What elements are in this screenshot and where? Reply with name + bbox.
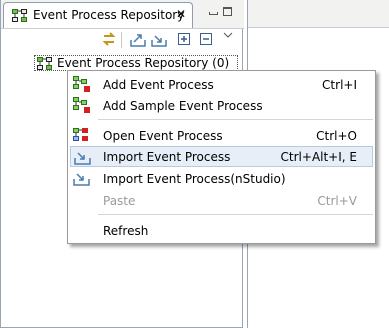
add-process-icon — [73, 76, 91, 92]
sync-icon[interactable] — [101, 31, 117, 47]
menu-item-refresh[interactable]: Refresh — [70, 220, 373, 241]
menu-item-shortcut: Ctrl+Alt+I, E — [280, 150, 357, 164]
collapse-all-icon[interactable] — [198, 31, 214, 47]
export-icon[interactable] — [130, 31, 146, 47]
tree-item-label: Event Process Repository (0) — [57, 56, 230, 70]
menu-item-paste[interactable]: Paste Ctrl+V — [70, 190, 373, 211]
maximize-button[interactable] — [223, 7, 232, 16]
menu-item-label: Open Event Process — [103, 129, 223, 143]
expand-all-icon[interactable] — [176, 31, 192, 47]
menu-item-label: Import Event Process — [103, 150, 231, 164]
view-toolbar — [99, 31, 244, 51]
import-icon[interactable] — [151, 31, 167, 47]
menu-item-label: Add Sample Event Process — [103, 99, 263, 113]
menu-item-shortcut: Ctrl+V — [317, 194, 357, 208]
menu-item-label: Refresh — [103, 224, 149, 238]
toolbar-separator — [121, 32, 122, 48]
menu-item-label: Paste — [103, 194, 136, 208]
menu-item-import-event-process[interactable]: Import Event Process Ctrl+Alt+I, E — [70, 146, 373, 167]
repository-icon — [37, 57, 53, 74]
import-icon — [73, 170, 91, 186]
repository-icon — [12, 9, 28, 26]
menu-item-shortcut: Ctrl+O — [316, 129, 357, 143]
open-process-icon — [73, 127, 91, 143]
menu-item-label: Add Event Process — [103, 78, 214, 92]
tab-event-process-repository[interactable]: Event Process Repository ✕ — [3, 2, 193, 28]
context-menu: Add Event Process Ctrl+I Add Sample Even… — [67, 70, 376, 244]
menu-item-label: Import Event Process(nStudio) — [103, 172, 286, 186]
menu-separator — [98, 214, 373, 215]
close-icon[interactable]: ✕ — [176, 7, 186, 21]
menu-item-add-event-process[interactable]: Add Event Process Ctrl+I — [70, 74, 373, 95]
view-tab-bar: Event Process Repository ✕ — [1, 0, 244, 29]
import-icon — [74, 149, 92, 165]
menu-item-open-event-process[interactable]: Open Event Process Ctrl+O — [70, 125, 373, 146]
tree-item-repository-root[interactable]: Event Process Repository (0) — [34, 55, 238, 71]
editor-header — [248, 0, 389, 28]
menu-item-import-event-process-nstudio[interactable]: Import Event Process(nStudio) — [70, 168, 373, 189]
menu-separator — [98, 119, 373, 120]
view-menu-icon[interactable] — [222, 29, 238, 45]
minimize-button[interactable] — [209, 12, 218, 15]
tab-title: Event Process Repository — [33, 8, 185, 22]
menu-item-add-sample-event-process[interactable]: Add Sample Event Process — [70, 95, 373, 116]
add-sample-icon — [73, 97, 91, 113]
menu-item-shortcut: Ctrl+I — [322, 78, 357, 92]
